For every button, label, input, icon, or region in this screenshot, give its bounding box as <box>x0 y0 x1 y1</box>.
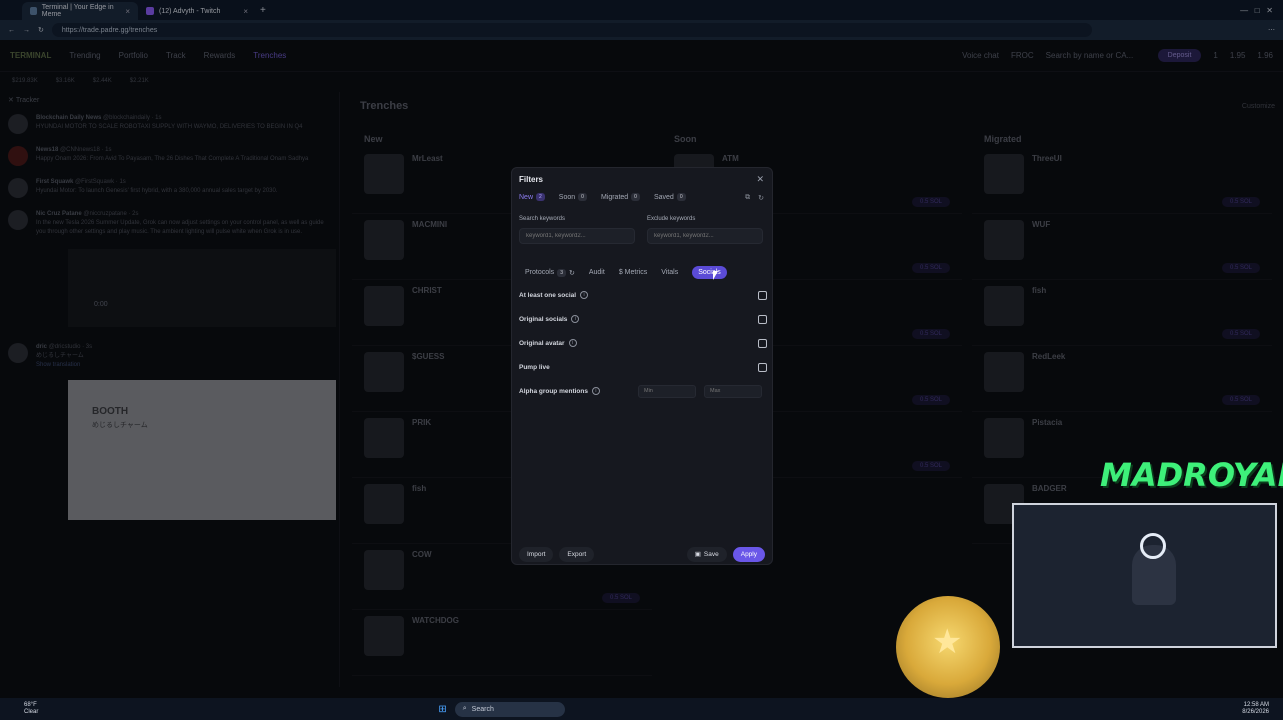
filter-row-original-socials: Original socials i <box>519 312 767 326</box>
modal-footer: Import Export ▣ Save Apply <box>519 546 765 562</box>
import-button[interactable]: Import <box>519 546 554 562</box>
save-icon: ▣ <box>694 551 701 558</box>
modal-actions: ⧉ ↻ <box>745 194 764 202</box>
export-button[interactable]: Export <box>559 546 595 562</box>
at-least-one-social-checkbox[interactable] <box>758 290 767 300</box>
copy-icon[interactable]: ⧉ <box>745 194 750 202</box>
filter-category-tabs: Protocols 3 ↻ Audit $ Metrics Vitals Socia… <box>525 266 727 279</box>
filter-tabs: New 2 Soon 0 Migrated 0 Saved 0 <box>519 193 686 201</box>
headphones-icon <box>1140 533 1166 559</box>
tab-new[interactable]: New 2 <box>519 193 545 201</box>
info-icon[interactable]: i <box>591 387 600 395</box>
mouse-cursor-icon <box>713 271 718 280</box>
exclude-keywords-input[interactable] <box>647 228 763 244</box>
tab-saved[interactable]: Saved 0 <box>654 193 686 201</box>
tab-audit[interactable]: Audit <box>589 269 605 276</box>
apply-button[interactable]: Apply <box>732 546 765 562</box>
star-icon: ★ <box>932 623 963 661</box>
close-icon[interactable]: ✕ <box>756 174 764 185</box>
tab-socials[interactable]: Socials <box>692 266 727 279</box>
taskbar-search[interactable]: ⌕ Search <box>454 701 565 717</box>
start-icon[interactable]: ⊞ <box>438 704 446 715</box>
original-socials-checkbox[interactable] <box>758 314 767 324</box>
reset-icon[interactable]: ↻ <box>758 194 764 202</box>
save-button[interactable]: ▣ Save <box>686 546 727 562</box>
exclude-keywords-label: Exclude keywords <box>647 216 696 222</box>
system-clock[interactable]: 12:58 AM 8/26/2026 <box>1242 702 1269 716</box>
filter-row-original-avatar: Original avatar i <box>519 336 767 350</box>
pump-live-checkbox[interactable] <box>758 362 767 372</box>
search-keywords-input[interactable] <box>519 228 635 244</box>
filter-row-pump-live: Pump live <box>519 360 767 374</box>
weather-widget[interactable]: 68°F Clear <box>24 702 38 716</box>
tab-protocols[interactable]: Protocols 3 ↻ <box>525 268 575 277</box>
modal-title: Filters <box>519 175 544 184</box>
alpha-max-input[interactable] <box>703 384 762 398</box>
stream-overlay-text: MADROYALS <box>1100 456 1283 494</box>
gold-coin-overlay: ★ <box>896 596 1000 698</box>
filters-modal: Filters ✕ New 2 Soon 0 Migrated 0 Saved 0 ⧉ … <box>511 167 773 565</box>
tab-metrics[interactable]: $ Metrics <box>619 269 647 276</box>
tab-migrated[interactable]: Migrated 0 <box>601 193 640 201</box>
reset-icon[interactable]: ↻ <box>569 269 575 277</box>
filter-row-alpha-group-mentions: Alpha group mentions i <box>519 384 767 398</box>
windows-taskbar: 68°F Clear ⊞ ⌕ Search 12:58 AM 8/26/2026 <box>0 698 1283 720</box>
info-icon[interactable]: i <box>568 339 577 347</box>
tab-vitals[interactable]: Vitals <box>661 269 678 276</box>
filter-row-at-least-one-social: At least one social i <box>519 288 767 302</box>
info-icon[interactable]: i <box>571 315 580 323</box>
info-icon[interactable]: i <box>580 291 589 299</box>
tab-soon[interactable]: Soon 0 <box>559 193 587 201</box>
search-keywords-label: Search keywords <box>519 216 566 222</box>
webcam-overlay <box>1012 503 1277 648</box>
search-icon: ⌕ <box>462 705 467 712</box>
original-avatar-checkbox[interactable] <box>758 338 767 348</box>
alpha-min-input[interactable] <box>637 384 696 398</box>
